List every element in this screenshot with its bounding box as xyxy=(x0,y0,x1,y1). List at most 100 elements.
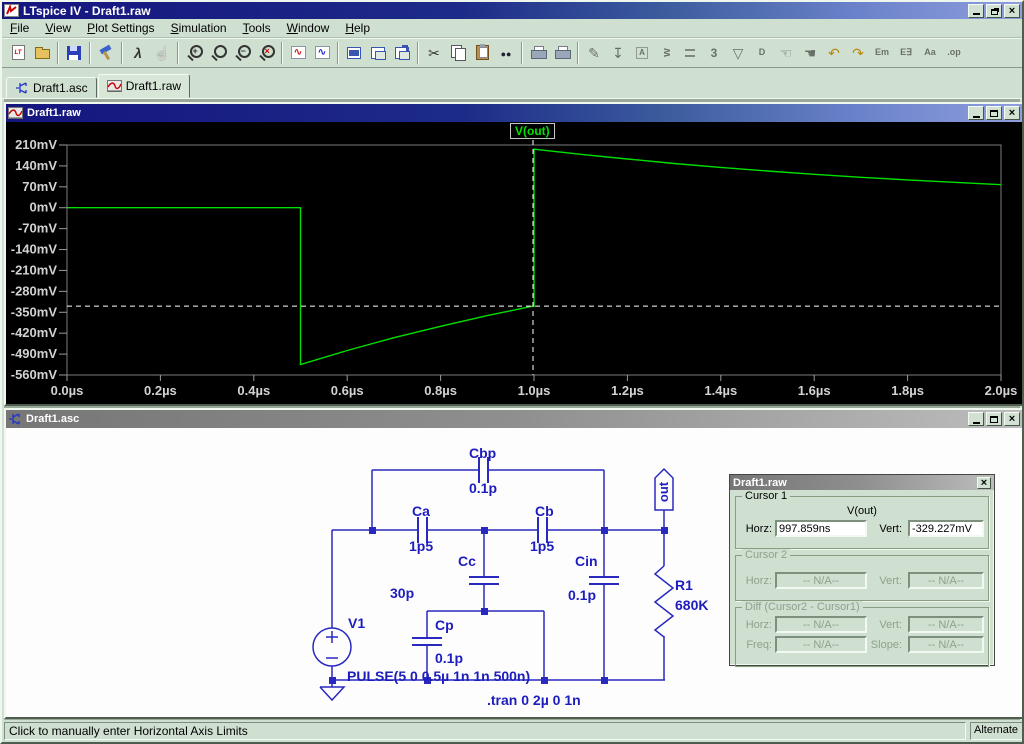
tran-directive[interactable]: .tran 0 2µ 0 1n xyxy=(487,692,581,708)
autorange-y-axis-icon: ∿ xyxy=(291,46,306,59)
restore-button[interactable] xyxy=(986,4,1002,18)
waveform-window-titlebar[interactable]: Draft1.raw × xyxy=(6,104,1022,122)
cb-value[interactable]: 1p5 xyxy=(530,538,554,554)
menu-tools[interactable]: Tools xyxy=(235,19,279,37)
waveform-plot[interactable]: 210mV140mV70mV0mV-70mV-140mV-210mV-280mV… xyxy=(6,122,1022,404)
spice-directive-button[interactable]: .op xyxy=(942,41,966,65)
draw-wire-button[interactable]: ✎ xyxy=(582,41,606,65)
cbp-value[interactable]: 0.1p xyxy=(469,480,497,496)
cursor-dialog-titlebar[interactable]: Draft1.raw × xyxy=(730,475,994,490)
place-inductor-button[interactable]: 3 xyxy=(702,41,726,65)
wave-maximize-button[interactable] xyxy=(986,106,1002,120)
zoom-out-button[interactable]: − xyxy=(230,41,254,65)
save-button[interactable] xyxy=(62,41,86,65)
capacitor-cin[interactable] xyxy=(589,577,619,584)
undo-button[interactable]: ↶ xyxy=(822,41,846,65)
place-diode-button[interactable]: ▽ xyxy=(726,41,750,65)
ca-value[interactable]: 1p5 xyxy=(409,538,433,554)
place-ground-button[interactable]: ↧ xyxy=(606,41,630,65)
rotate-button[interactable]: E∃ xyxy=(894,41,918,65)
menu-file[interactable]: File xyxy=(2,19,37,37)
cc-label[interactable]: Cc xyxy=(458,553,476,569)
find-button[interactable] xyxy=(494,41,518,65)
capacitor-cc[interactable] xyxy=(469,577,499,584)
diff-freq-input xyxy=(775,636,867,653)
r1-value[interactable]: 680K xyxy=(675,597,708,613)
paste-button[interactable] xyxy=(470,41,494,65)
sch-minimize-button[interactable] xyxy=(968,412,984,426)
tab-draft1-asc[interactable]: Draft1.asc xyxy=(6,77,97,98)
run-button[interactable]: λ xyxy=(126,41,150,65)
tab-draft1-raw[interactable]: Draft1.raw xyxy=(98,74,190,98)
copy-button[interactable] xyxy=(446,41,470,65)
minimize-icon xyxy=(973,422,980,424)
cursor1-vert-input[interactable] xyxy=(908,520,984,537)
place-resistor-button[interactable]: ʍ xyxy=(654,41,678,65)
mirror-button[interactable]: Em xyxy=(870,41,894,65)
cbp-label[interactable]: Cbp xyxy=(469,445,496,461)
halt-button[interactable]: ☝ xyxy=(150,41,174,65)
plot-settings-button[interactable]: ∿ xyxy=(310,41,334,65)
control-panel-button[interactable] xyxy=(94,41,118,65)
zoom-in-icon: + xyxy=(186,44,203,61)
tile-windows-button[interactable] xyxy=(342,41,366,65)
redo-button[interactable]: ↷ xyxy=(846,41,870,65)
menu-simulation[interactable]: Simulation xyxy=(163,19,235,37)
out-net-label[interactable]: out xyxy=(656,481,671,502)
cut-button[interactable]: ✂ xyxy=(422,41,446,65)
arrange-windows-button[interactable] xyxy=(390,41,414,65)
cursor1-horz-input[interactable] xyxy=(775,520,867,537)
resistor-r1-body[interactable] xyxy=(655,566,673,637)
menu-plot-settings[interactable]: Plot Settings xyxy=(79,19,162,37)
waveform-plot-area[interactable]: 210mV140mV70mV0mV-70mV-140mV-210mV-280mV… xyxy=(6,122,1022,404)
place-capacitor-button[interactable] xyxy=(678,41,702,65)
zoom-full-extents-button[interactable] xyxy=(206,41,230,65)
autorange-y-axis-button[interactable]: ∿ xyxy=(286,41,310,65)
cascade-windows-button[interactable] xyxy=(366,41,390,65)
open-file-button[interactable] xyxy=(30,41,54,65)
drag-button[interactable]: ☚ xyxy=(798,41,822,65)
v1-value[interactable]: PULSE(5 0 0.5µ 1n 1n 500n) xyxy=(347,668,530,684)
close-button[interactable]: × xyxy=(1004,4,1020,18)
menu-view[interactable]: View xyxy=(37,19,79,37)
zoom-in-button[interactable]: + xyxy=(182,41,206,65)
diff-horz-label: Horz: xyxy=(740,619,772,631)
menu-help[interactable]: Help xyxy=(337,19,378,37)
r1-label[interactable]: R1 xyxy=(675,577,693,593)
wave-close-button[interactable]: × xyxy=(1004,106,1020,120)
cursor-dialog-close-button[interactable]: × xyxy=(977,477,991,489)
v1-label[interactable]: V1 xyxy=(348,615,365,631)
cp-label[interactable]: Cp xyxy=(435,617,454,633)
schematic-canvas[interactable]: Cbp 0.1p Ca 1p5 Cb 1p5 Cc 30p Cp 0.1p Ci… xyxy=(6,428,1022,717)
sch-close-button[interactable]: × xyxy=(1004,412,1020,426)
place-text-button[interactable]: Aa xyxy=(918,41,942,65)
capacitor-cp[interactable] xyxy=(412,638,442,645)
print-button[interactable] xyxy=(550,41,574,65)
sch-maximize-button[interactable] xyxy=(986,412,1002,426)
menu-window[interactable]: Window xyxy=(279,19,338,37)
place-component-button[interactable]: D xyxy=(750,41,774,65)
cp-value[interactable]: 0.1p xyxy=(435,650,463,666)
wave-minimize-button[interactable] xyxy=(968,106,984,120)
mirror-icon: Em xyxy=(875,48,889,57)
cb-label[interactable]: Cb xyxy=(535,503,554,519)
cursor1-trace-name: V(out) xyxy=(736,505,988,517)
print-preview-button[interactable] xyxy=(526,41,550,65)
trace-label[interactable]: V(out) xyxy=(510,123,555,139)
app-titlebar[interactable]: LTspice IV - Draft1.raw × xyxy=(2,2,1022,19)
move-button[interactable]: ☜ xyxy=(774,41,798,65)
cc-value[interactable]: 30p xyxy=(390,585,414,601)
undo-zoom-button[interactable]: × xyxy=(254,41,278,65)
y-tick-label: 0mV xyxy=(30,200,58,215)
ca-label[interactable]: Ca xyxy=(412,503,430,519)
rotate-icon: E∃ xyxy=(900,48,912,57)
toolbar-separator xyxy=(577,42,579,64)
cin-label[interactable]: Cin xyxy=(575,553,598,569)
cursor2-vert-input xyxy=(908,572,984,589)
toolbar-separator xyxy=(337,42,339,64)
new-schematic-button[interactable]: LT xyxy=(6,41,30,65)
cin-value[interactable]: 0.1p xyxy=(568,587,596,603)
minimize-button[interactable] xyxy=(968,4,984,18)
place-label-button[interactable]: A xyxy=(630,41,654,65)
schematic-window-titlebar[interactable]: Draft1.asc × xyxy=(6,410,1022,428)
